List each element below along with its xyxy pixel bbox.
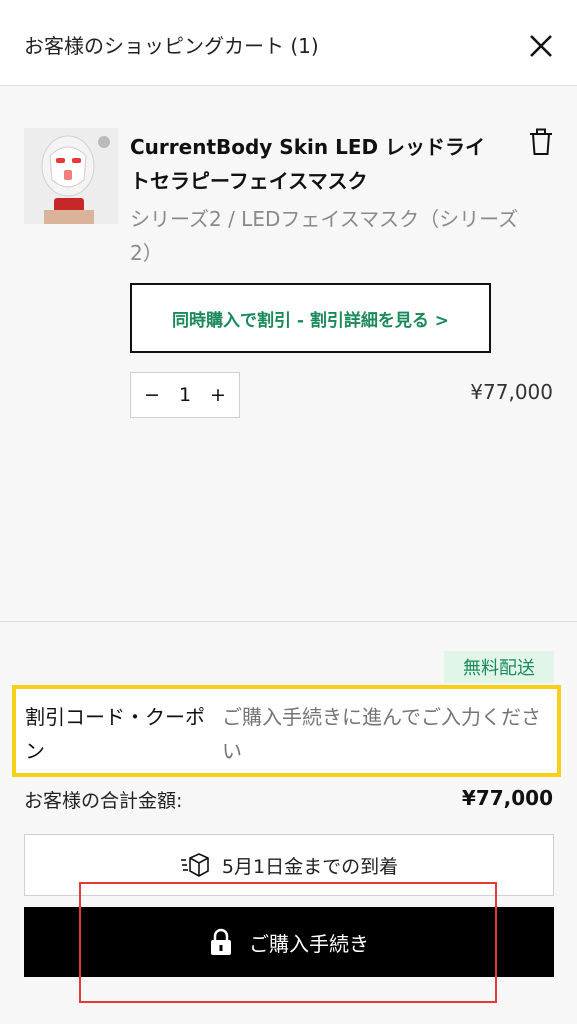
quantity-increase-button[interactable]: + xyxy=(207,384,229,406)
delivery-estimate: 5月1日金までの到着 xyxy=(24,834,554,896)
delivery-text: 5月1日金までの到着 xyxy=(221,855,399,878)
bundle-discount-link[interactable]: 同時購入で割引 - 割引詳細を見る > xyxy=(130,283,491,353)
total-value: ¥77,000 xyxy=(461,786,553,810)
coupon-input[interactable] xyxy=(222,700,552,768)
product-name[interactable]: CurrentBody Skin LED レッドライトセラピーフェイスマスク xyxy=(130,130,500,198)
quantity-decrease-button[interactable]: − xyxy=(141,384,163,406)
quantity-stepper: − 1 + xyxy=(130,372,240,418)
checkout-button[interactable]: ご購入手続き xyxy=(24,907,554,977)
checkout-label: ご購入手続き xyxy=(249,931,369,956)
total-label: お客様の合計金額: xyxy=(24,790,183,812)
box-icon xyxy=(180,853,209,877)
product-variant: シリーズ2 / LEDフェイスマスク（シリーズ2） xyxy=(130,207,519,265)
quantity-value[interactable]: 1 xyxy=(179,384,191,406)
product-thumbnail[interactable] xyxy=(24,128,118,224)
coupon-label: 割引コード・クーポン xyxy=(25,705,205,763)
trash-icon[interactable] xyxy=(528,128,554,156)
free-shipping-badge: 無料配送 xyxy=(444,651,554,683)
close-icon[interactable] xyxy=(527,32,555,60)
lock-icon xyxy=(211,928,231,955)
item-price: ¥77,000 xyxy=(470,380,553,404)
cart-title: お客様のショッピングカート (1) xyxy=(24,34,319,58)
cart-header: お客様のショッピングカート (1) xyxy=(0,0,577,86)
